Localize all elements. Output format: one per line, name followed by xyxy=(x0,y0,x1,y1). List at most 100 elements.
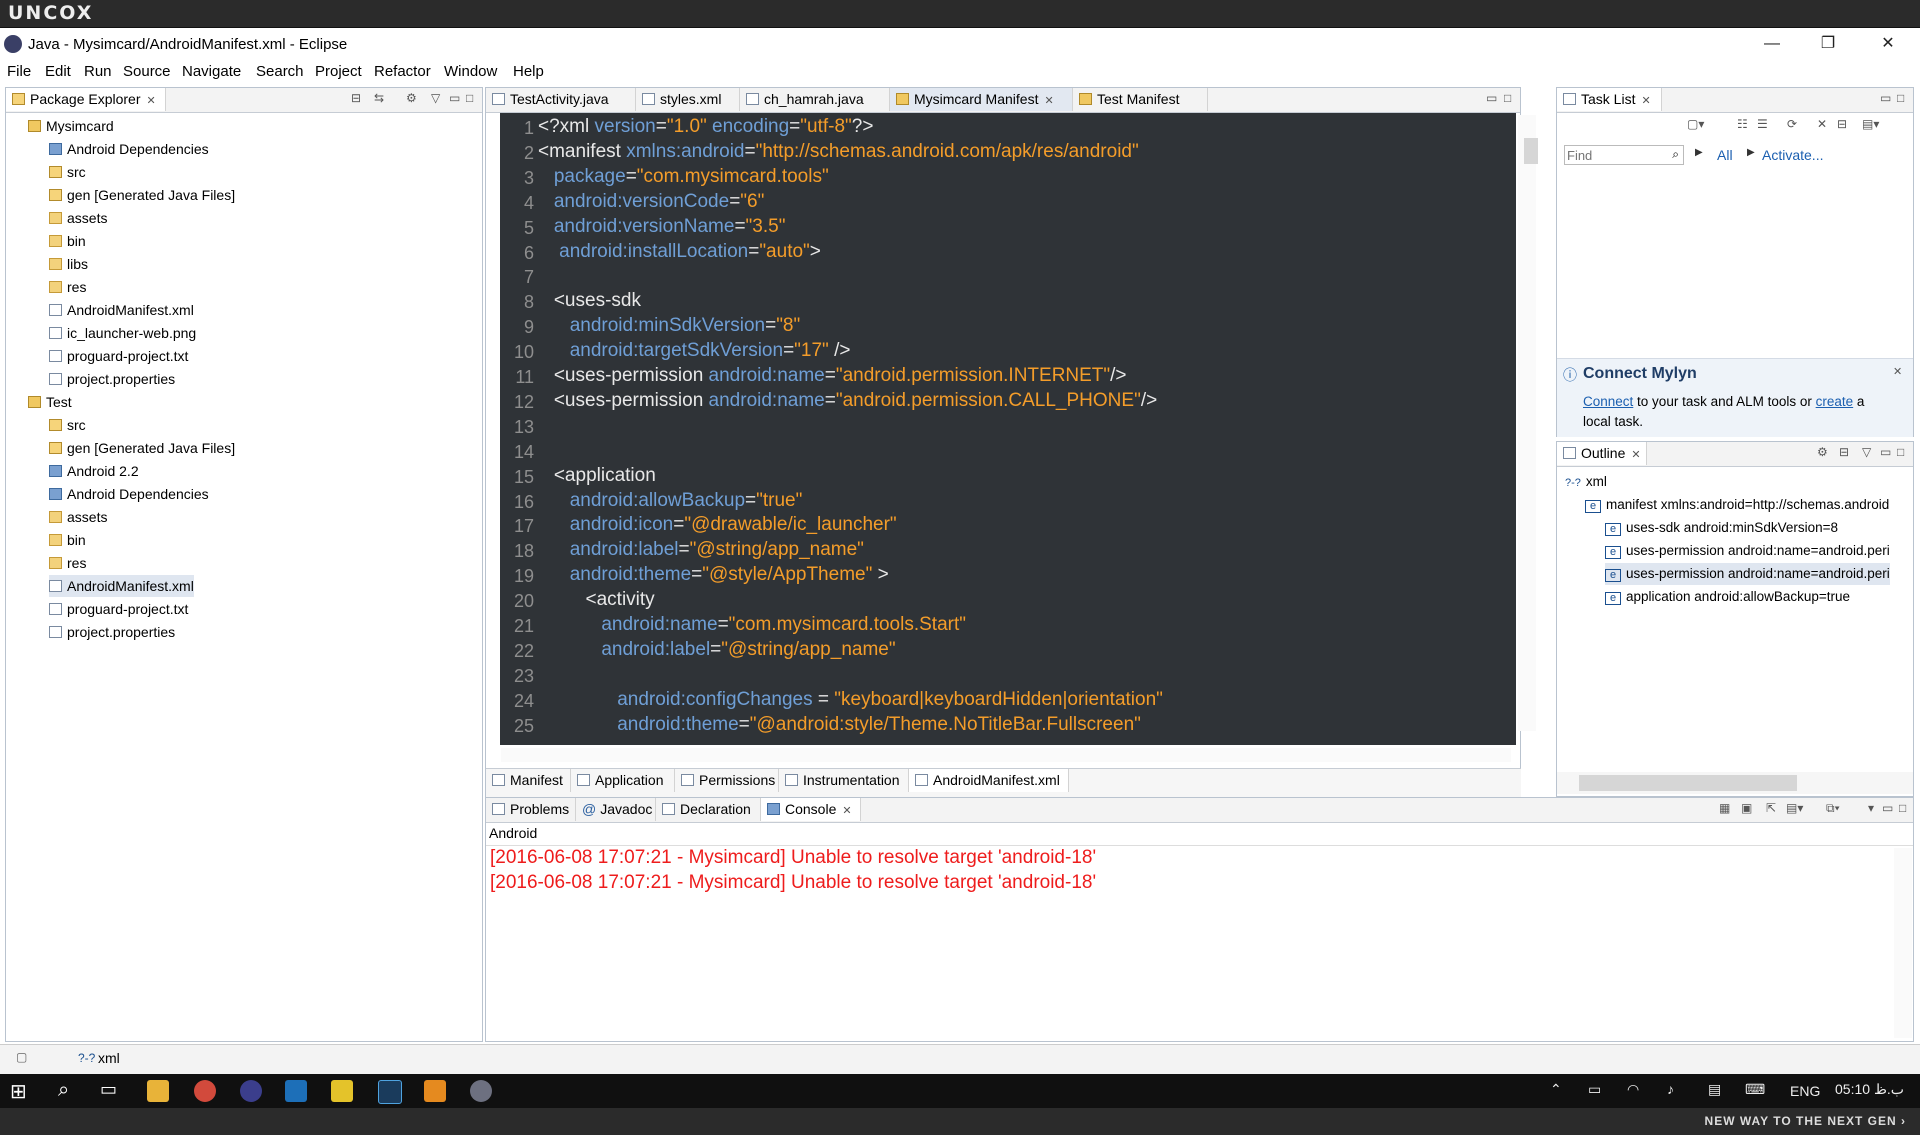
maximize-view-icon[interactable]: □ xyxy=(1504,91,1511,105)
new-icon[interactable]: ▢ xyxy=(16,1050,27,1064)
new-task-icon[interactable]: ▢▾ xyxy=(1687,117,1704,131)
open-console-icon[interactable]: ⧉▾ xyxy=(1826,801,1840,816)
scrollbar-thumb[interactable] xyxy=(1524,138,1538,164)
eclipse-icon[interactable] xyxy=(240,1080,262,1102)
project-node[interactable]: Test xyxy=(28,391,72,413)
tree-item[interactable]: bin xyxy=(49,529,86,551)
tab-outline[interactable]: Outline ✕ xyxy=(1557,442,1647,465)
close-icon[interactable]: ✕ xyxy=(842,805,851,817)
project-node[interactable]: Mysimcard xyxy=(28,115,114,137)
wifi-icon[interactable]: ◠ xyxy=(1627,1081,1639,1098)
chevron-down-icon[interactable]: ▾ xyxy=(1868,801,1874,815)
notifications-icon[interactable]: ▤ xyxy=(1708,1081,1721,1098)
close-icon[interactable]: ✕ xyxy=(147,95,156,107)
chevron-down-icon[interactable]: ▽ xyxy=(1862,445,1871,459)
maximize-view-icon[interactable]: □ xyxy=(1899,801,1906,815)
eclipse-active-icon[interactable] xyxy=(470,1080,492,1102)
view-menu-icon[interactable]: ⚙ xyxy=(406,91,417,105)
tab-declaration[interactable]: Declaration xyxy=(656,798,761,821)
tree-item[interactable]: project.properties xyxy=(49,368,175,390)
tab-problems[interactable]: Problems xyxy=(486,798,576,821)
windows-start-icon[interactable]: ⊞ xyxy=(10,1079,27,1104)
menu-edit[interactable]: Edit xyxy=(45,63,71,80)
horizontal-scrollbar[interactable] xyxy=(501,748,1511,762)
task-find-field[interactable]: ⌕ xyxy=(1564,145,1684,165)
tab-manifest[interactable]: Manifest xyxy=(486,769,571,792)
tab-console[interactable]: Console ✕ xyxy=(761,798,861,821)
menu-help[interactable]: Help xyxy=(513,63,544,80)
tree-item[interactable]: src xyxy=(49,161,86,183)
chevron-up-icon[interactable]: ⌃ xyxy=(1550,1081,1562,1098)
photoshop-icon[interactable] xyxy=(378,1080,402,1104)
clock[interactable]: 05:10 ب.ظ xyxy=(1835,1081,1904,1098)
vertical-scrollbar[interactable] xyxy=(1518,115,1536,731)
menu-file[interactable]: File xyxy=(7,63,31,80)
tab-javadoc[interactable]: @ Javadoc xyxy=(576,798,656,821)
tree-item[interactable]: AndroidManifest.xml xyxy=(49,575,194,597)
search-icon[interactable]: ⌕ xyxy=(1672,147,1679,162)
tab-ch-hamrah-java[interactable]: ch_hamrah.java xyxy=(740,88,890,111)
close-icon[interactable]: ✕ xyxy=(1893,365,1902,378)
menu-search[interactable]: Search xyxy=(256,63,304,80)
tree-item[interactable]: Android 2.2 xyxy=(49,460,139,482)
search-icon[interactable]: ⌕ xyxy=(58,1079,69,1102)
minimize-view-icon[interactable]: ▭ xyxy=(1882,801,1893,815)
tree-item[interactable]: ic_launcher-web.png xyxy=(49,322,196,344)
media-player-icon[interactable] xyxy=(424,1080,446,1102)
collapse-all-icon[interactable]: ⊟ xyxy=(351,91,361,105)
close-icon[interactable]: ✕ xyxy=(1044,95,1053,107)
intellij-icon[interactable] xyxy=(285,1080,307,1102)
tab-androidmanifest-xml[interactable]: AndroidManifest.xml xyxy=(909,769,1069,792)
all-link[interactable]: All xyxy=(1717,147,1733,163)
outline-item[interactable]: e application android:allowBackup=true xyxy=(1605,586,1850,608)
menu-window[interactable]: Window xyxy=(444,63,497,80)
tree-item[interactable]: Android Dependencies xyxy=(49,138,209,160)
view-menu-icon[interactable]: ⚙ xyxy=(1817,445,1828,459)
minimize-view-icon[interactable]: ▭ xyxy=(1486,91,1497,105)
tree-item[interactable]: bin xyxy=(49,230,86,252)
tree-item[interactable]: AndroidManifest.xml xyxy=(49,299,194,321)
battery-icon[interactable]: ▭ xyxy=(1588,1081,1601,1098)
chevron-down-icon[interactable]: ▽ xyxy=(431,91,440,105)
create-link[interactable]: create xyxy=(1816,394,1854,409)
menu-project[interactable]: Project xyxy=(315,63,362,80)
tree-item[interactable]: proguard-project.txt xyxy=(49,345,188,367)
close-button[interactable]: ✕ xyxy=(1866,32,1910,56)
link-editor-icon[interactable]: ⇆ xyxy=(374,91,384,105)
close-icon[interactable]: ✕ xyxy=(1631,449,1640,461)
minimize-button[interactable]: — xyxy=(1750,32,1794,56)
minimize-view-icon[interactable]: ▭ xyxy=(1880,445,1891,459)
tree-item[interactable]: project.properties xyxy=(49,621,175,643)
outline-horizontal-scrollbar[interactable] xyxy=(1557,772,1913,794)
keyboard-icon[interactable]: ⌨ xyxy=(1745,1081,1765,1098)
tab-testactivity-java[interactable]: TestActivity.java xyxy=(486,88,636,111)
collapse-all-icon[interactable]: ⊟ xyxy=(1839,445,1849,459)
tab-mysimcard-manifest[interactable]: Mysimcard Manifest ✕ xyxy=(890,88,1073,111)
task-view-icon[interactable]: ▭ xyxy=(100,1079,117,1100)
tree-item[interactable]: gen [Generated Java Files] xyxy=(49,437,235,459)
activate-link[interactable]: Activate... xyxy=(1762,147,1823,163)
filter-icon[interactable]: ✕ xyxy=(1817,117,1827,131)
tab-instrumentation[interactable]: Instrumentation xyxy=(779,769,909,792)
menu-run[interactable]: Run xyxy=(84,63,112,80)
maximize-view-icon[interactable]: □ xyxy=(1897,445,1904,459)
clear-console-icon[interactable]: ▦ xyxy=(1719,801,1730,815)
menu-refactor[interactable]: Refactor xyxy=(374,63,431,80)
outline-item[interactable]: e manifest xmlns:android=http://schemas.a… xyxy=(1585,494,1889,516)
outline-item[interactable]: e uses-sdk android:minSdkVersion=8 xyxy=(1605,517,1838,539)
tree-item[interactable]: libs xyxy=(49,253,88,275)
console-vertical-scrollbar[interactable] xyxy=(1894,848,1912,1038)
task-find-input[interactable] xyxy=(1565,146,1659,164)
view-menu-icon[interactable]: ▤▾ xyxy=(1862,117,1879,131)
tab-test-manifest[interactable]: Test Manifest xyxy=(1073,88,1208,111)
tree-item[interactable]: gen [Generated Java Files] xyxy=(49,184,235,206)
outline-item[interactable]: e uses-permission android:name=android.pe… xyxy=(1605,540,1890,562)
language-indicator[interactable]: ENG xyxy=(1790,1083,1820,1099)
outline-item[interactable]: ?-? xml xyxy=(1565,471,1607,493)
tab-styles-xml[interactable]: styles.xml xyxy=(636,88,740,111)
synchronize-icon[interactable]: ⟳ xyxy=(1787,117,1797,131)
tree-item[interactable]: res xyxy=(49,552,86,574)
app-icon[interactable] xyxy=(331,1080,353,1102)
categorized-icon[interactable]: ☷ xyxy=(1737,117,1748,131)
tree-item[interactable]: assets xyxy=(49,207,107,229)
